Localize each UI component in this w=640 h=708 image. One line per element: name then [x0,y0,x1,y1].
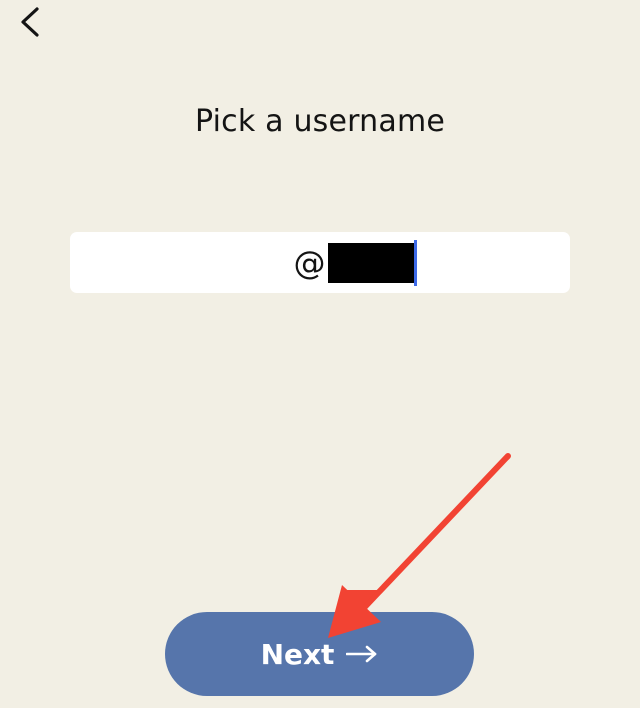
username-input-content: @ [293,239,417,286]
red-annotation-arrow [328,453,511,638]
username-input[interactable]: @ [70,232,570,293]
page-title: Pick a username [194,104,446,139]
text-caret [413,239,417,286]
username-value-redacted [327,242,414,283]
back-button[interactable] [12,4,48,40]
next-button-label: Next [260,637,335,671]
at-prefix: @ [293,243,326,282]
chevron-left-icon [21,7,39,37]
arrow-right-icon [346,645,377,663]
next-button[interactable]: Next [165,612,474,696]
